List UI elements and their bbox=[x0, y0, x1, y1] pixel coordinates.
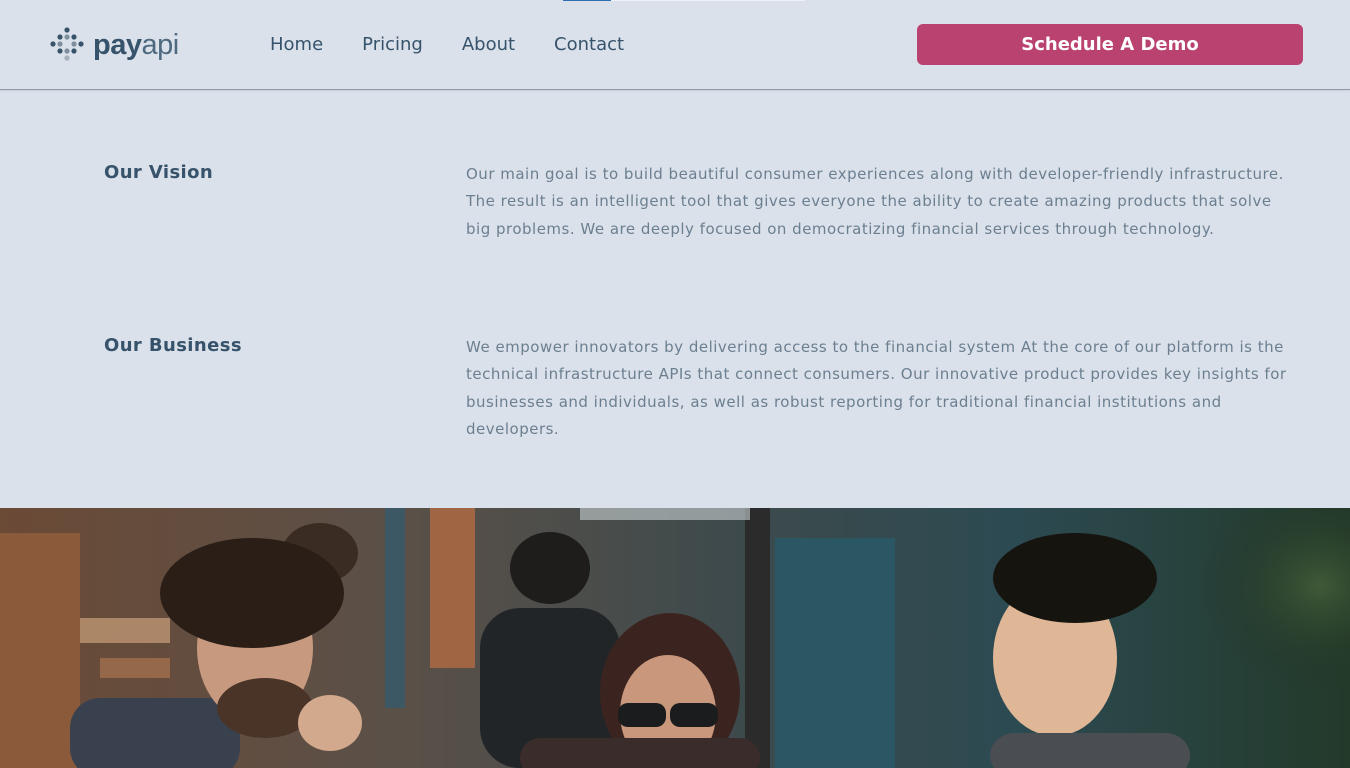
main-nav: Home Pricing About Contact bbox=[270, 33, 663, 57]
payapi-logo[interactable]: payapi bbox=[49, 27, 179, 63]
logo-text-pay: pay bbox=[93, 28, 142, 61]
business-text: We empower innovators by delivering acce… bbox=[466, 338, 1287, 438]
nav-link-contact[interactable]: Contact bbox=[554, 33, 624, 57]
vision-heading: Our Vision bbox=[104, 162, 214, 183]
team-photo-illustration bbox=[0, 508, 1350, 768]
logo-wordmark: payapi bbox=[93, 28, 179, 61]
team-photo bbox=[0, 508, 1350, 768]
schedule-demo-button[interactable]: Schedule A Demo bbox=[917, 24, 1303, 65]
nav-link-home[interactable]: Home bbox=[270, 33, 323, 57]
vision-text: Our main goal is to build beautiful cons… bbox=[466, 165, 1284, 238]
scroll-progress-bar bbox=[563, 0, 611, 1]
logo-text-api: api bbox=[141, 28, 179, 61]
site-header: payapi Home Pricing About Contact Schedu… bbox=[0, 0, 1350, 90]
about-page: payapi Home Pricing About Contact Schedu… bbox=[0, 0, 1350, 768]
logo-dots-icon bbox=[50, 27, 84, 61]
business-heading: Our Business bbox=[104, 335, 242, 356]
nav-link-about[interactable]: About bbox=[462, 33, 515, 57]
nav-link-pricing[interactable]: Pricing bbox=[362, 33, 423, 57]
